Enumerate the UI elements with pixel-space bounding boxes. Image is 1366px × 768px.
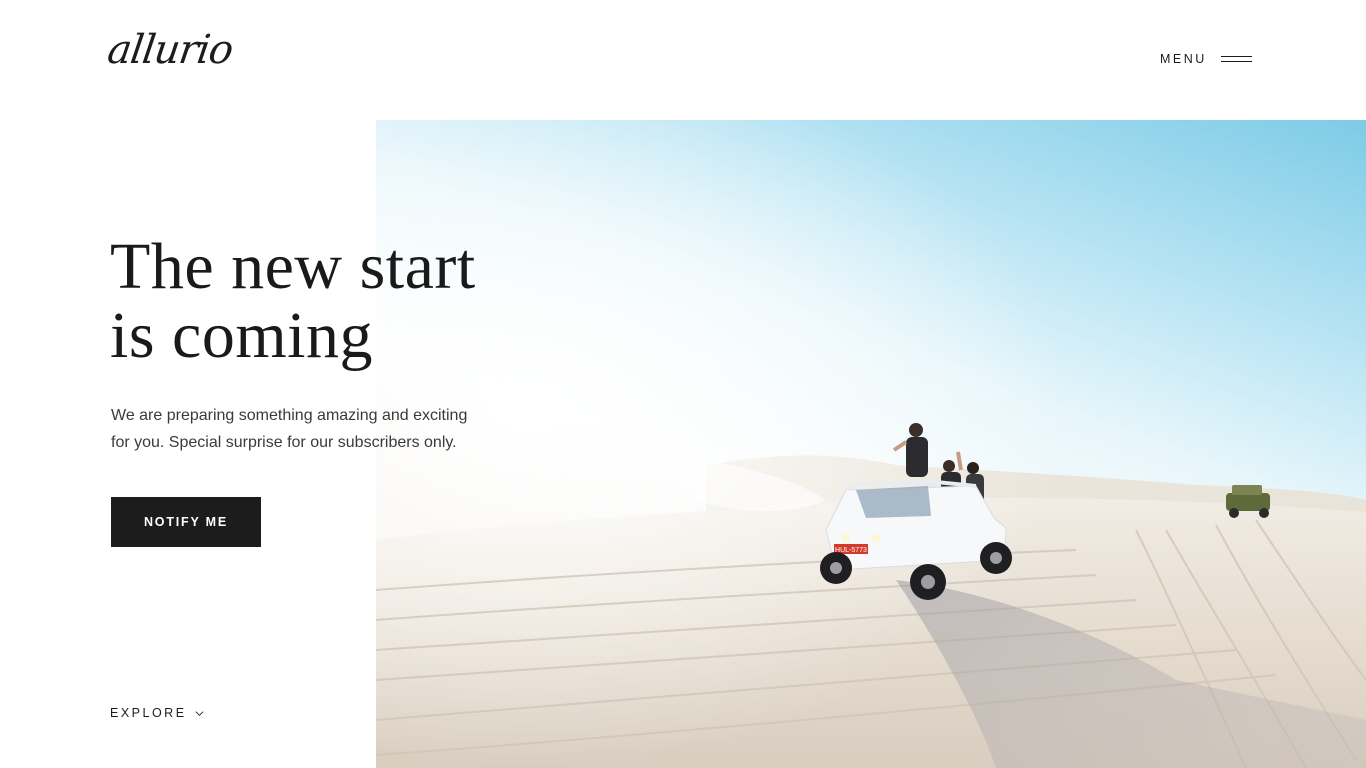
menu-label: MENU bbox=[1160, 52, 1207, 66]
notify-me-button[interactable]: NOTIFY ME bbox=[111, 497, 261, 547]
explore-link[interactable]: EXPLORE bbox=[110, 706, 204, 720]
headline-line-1: The new start bbox=[110, 230, 476, 303]
hamburger-icon bbox=[1220, 56, 1252, 62]
chevron-down-icon bbox=[195, 710, 203, 716]
landing-page: HUL-5773 allurio MENU The new start is c… bbox=[0, 0, 1366, 768]
menu-button[interactable]: MENU bbox=[1160, 52, 1252, 66]
headline-line-2: is coming bbox=[110, 299, 373, 372]
description-line-1: We are preparing something amazing and e… bbox=[111, 407, 468, 424]
hero-image: HUL-5773 bbox=[376, 120, 1366, 768]
logo[interactable]: allurio bbox=[105, 27, 236, 73]
hero-description: We are preparing something amazing and e… bbox=[111, 402, 511, 456]
page-title: The new start is coming bbox=[110, 232, 590, 370]
description-line-2: for you. Special surprise for our subscr… bbox=[111, 434, 457, 451]
explore-label: EXPLORE bbox=[110, 706, 187, 720]
